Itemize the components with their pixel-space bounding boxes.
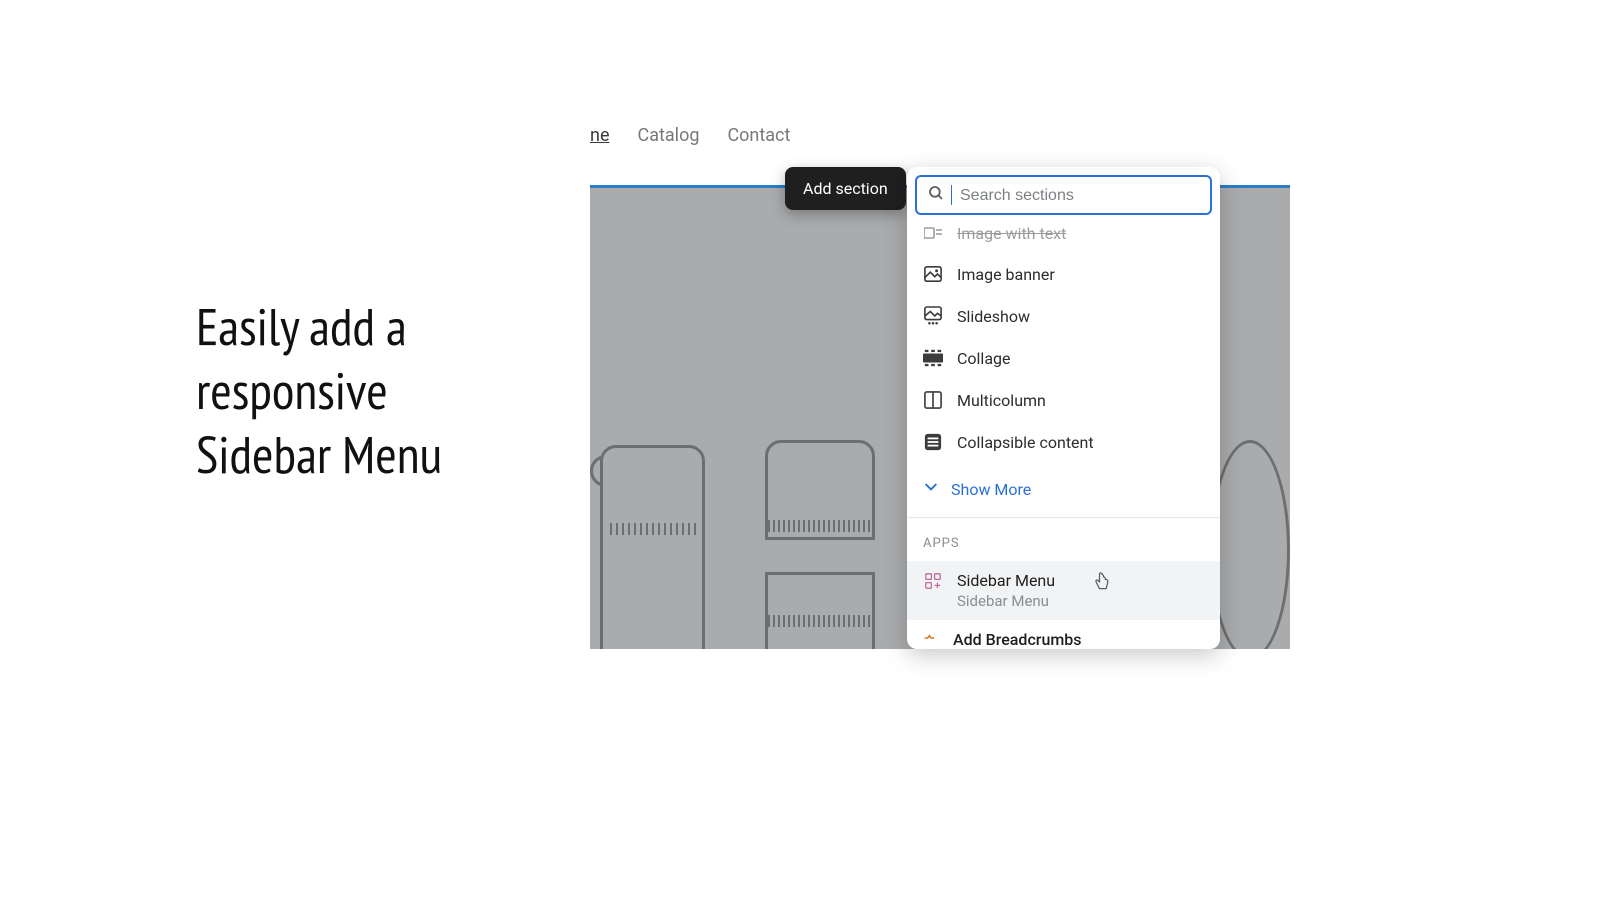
section-item-image-banner[interactable]: Image banner	[907, 253, 1220, 295]
pointer-cursor-icon	[1092, 571, 1112, 597]
section-picker-popover: Image with text Image banner Slideshow C…	[907, 167, 1220, 649]
section-item-slideshow[interactable]: Slideshow	[907, 295, 1220, 337]
search-input[interactable]	[960, 185, 1200, 205]
section-label: Multicolumn	[957, 391, 1046, 410]
search-icon	[927, 184, 945, 206]
app-item-add-breadcrumbs-cutoff[interactable]: Add Breadcrumbs	[907, 620, 1220, 649]
collapsible-icon	[923, 432, 943, 452]
collage-icon	[923, 348, 943, 368]
image-icon	[923, 264, 943, 284]
multicolumn-icon	[923, 390, 943, 410]
section-list: Image with text Image banner Slideshow C…	[907, 223, 1220, 649]
search-sections-field[interactable]	[915, 175, 1212, 215]
nav-item-home-partial[interactable]: ne	[590, 125, 610, 146]
app-item-sidebar-menu[interactable]: Sidebar Menu Sidebar Menu	[907, 561, 1220, 620]
section-label: Collapsible content	[957, 433, 1094, 452]
app-block-icon	[923, 571, 943, 591]
nav-item-catalog[interactable]: Catalog	[638, 125, 700, 146]
section-label: Image banner	[957, 265, 1055, 284]
app-title: Sidebar Menu	[957, 571, 1055, 590]
image-text-icon	[923, 223, 943, 243]
section-item-multicolumn[interactable]: Multicolumn	[907, 379, 1220, 421]
nav-item-contact[interactable]: Contact	[727, 125, 790, 146]
add-section-label: Add section	[803, 179, 888, 198]
show-more-button[interactable]: Show More	[907, 463, 1220, 517]
storefront-nav: ne Catalog Contact	[590, 125, 790, 146]
section-label: Collage	[957, 349, 1011, 368]
section-item-collage[interactable]: Collage	[907, 337, 1220, 379]
app-title: Add Breadcrumbs	[953, 630, 1082, 649]
marketing-headline: Easily add aresponsiveSidebar Menu	[196, 295, 442, 487]
section-item-collapsible-content[interactable]: Collapsible content	[907, 421, 1220, 463]
chevron-down-icon	[923, 479, 939, 499]
breadcrumbs-app-icon	[923, 630, 939, 649]
apps-group-label: APPS	[907, 518, 1220, 561]
app-subtitle: Sidebar Menu	[957, 592, 1055, 610]
slideshow-icon	[923, 306, 943, 326]
show-more-label: Show More	[951, 480, 1031, 499]
section-label: Image with text	[957, 224, 1066, 243]
section-label: Slideshow	[957, 307, 1030, 326]
add-section-tooltip: Add section	[785, 167, 906, 210]
text-caret	[951, 185, 952, 205]
section-item-image-with-text-cutoff[interactable]: Image with text	[907, 223, 1220, 253]
